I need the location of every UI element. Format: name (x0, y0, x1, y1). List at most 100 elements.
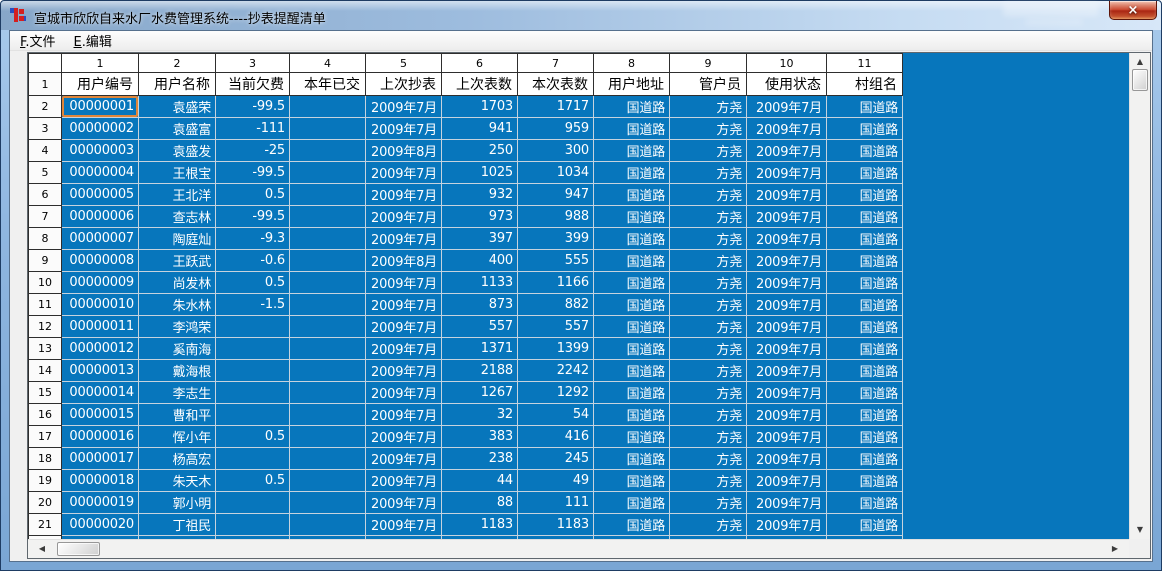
grid-cell[interactable]: 尚发林 (138, 271, 216, 294)
horizontal-scroll-thumb[interactable] (57, 542, 100, 556)
grid-cell[interactable] (289, 249, 366, 272)
grid-cell[interactable]: 941 (441, 117, 518, 140)
grid-cell[interactable]: 00000018 (61, 469, 139, 492)
grid-cell[interactable]: 00000002 (61, 117, 139, 140)
column-title-cell[interactable]: 本次表数 (517, 72, 594, 96)
column-number-header[interactable]: 10 (746, 53, 827, 73)
row-number-cell[interactable]: 13 (28, 337, 62, 360)
grid-cell[interactable]: 方尧 (669, 205, 747, 228)
row-number-cell[interactable]: 14 (28, 359, 62, 382)
grid-cell[interactable]: 54 (517, 403, 594, 426)
grid-cell[interactable] (215, 359, 290, 382)
grid-cell[interactable]: 2009年7月 (365, 337, 442, 360)
row-number-cell[interactable]: 18 (28, 447, 62, 470)
grid-cell[interactable]: 国道路 (826, 469, 903, 492)
grid-cell[interactable]: 947 (517, 183, 594, 206)
title-bar[interactable]: 宣城市欣欣自来水厂水费管理系统----抄表提醒清单 × (1, 1, 1161, 30)
grid-cell[interactable]: 300 (517, 139, 594, 162)
grid-cell[interactable]: 郭小明 (138, 491, 216, 514)
grid-cell[interactable] (289, 205, 366, 228)
grid-cell[interactable]: 国道路 (593, 491, 670, 514)
column-title-cell[interactable]: 管户员 (669, 72, 747, 96)
close-button[interactable]: × (1109, 1, 1157, 20)
grid-cell[interactable]: 国道路 (826, 183, 903, 206)
grid-cell[interactable]: 国道路 (593, 271, 670, 294)
grid-cell[interactable]: 2009年7月 (746, 183, 827, 206)
grid-cell[interactable]: 恽小年 (138, 425, 216, 448)
column-number-header[interactable]: 4 (289, 53, 366, 73)
grid-cell[interactable] (289, 469, 366, 492)
grid-cell[interactable]: 国道路 (593, 95, 670, 118)
grid-cell[interactable]: 丁祖民 (138, 513, 216, 536)
row-number-cell[interactable]: 8 (28, 227, 62, 250)
grid-cell[interactable]: 1025 (441, 161, 518, 184)
column-title-cell[interactable]: 用户地址 (593, 72, 670, 96)
row-number-cell[interactable]: 7 (28, 205, 62, 228)
grid-cell[interactable]: 2009年7月 (746, 117, 827, 140)
grid-cell[interactable]: 2009年7月 (746, 227, 827, 250)
grid-cell[interactable]: 00000019 (61, 491, 139, 514)
grid-cell[interactable]: 国道路 (593, 205, 670, 228)
grid-cell[interactable]: 方尧 (669, 315, 747, 338)
grid-cell[interactable]: 戴海根 (138, 359, 216, 382)
row-number-cell[interactable]: 20 (28, 491, 62, 514)
grid-cell[interactable]: 袁盛荣 (138, 95, 216, 118)
grid-cell[interactable]: -9.3 (215, 227, 290, 250)
grid-cell[interactable]: 国道路 (593, 513, 670, 536)
column-number-header[interactable]: 2 (138, 53, 216, 73)
grid-cell[interactable]: 2009年7月 (746, 293, 827, 316)
grid-cell[interactable]: 国道路 (826, 95, 903, 118)
grid-cell[interactable] (289, 513, 366, 536)
grid-cell[interactable]: 2009年7月 (365, 425, 442, 448)
grid-cell[interactable]: 袁盛富 (138, 117, 216, 140)
grid-cell[interactable] (289, 183, 366, 206)
column-title-cell[interactable]: 当前欠费 (215, 72, 290, 96)
grid-cell[interactable] (215, 403, 290, 426)
grid-cell[interactable]: 国道路 (593, 381, 670, 404)
grid-cell[interactable]: 方尧 (669, 425, 747, 448)
grid-cell[interactable]: 2009年7月 (746, 315, 827, 338)
grid-cell[interactable]: 2009年7月 (746, 95, 827, 118)
grid-cell[interactable]: 88 (441, 491, 518, 514)
grid-cell[interactable]: 00000020 (61, 513, 139, 536)
row-number-cell[interactable]: 10 (28, 271, 62, 294)
row-number-cell[interactable]: 15 (28, 381, 62, 404)
grid-cell[interactable]: 1267 (441, 381, 518, 404)
grid-cell[interactable]: 朱水林 (138, 293, 216, 316)
grid-cell[interactable]: 44 (441, 469, 518, 492)
grid-cell[interactable]: 国道路 (826, 117, 903, 140)
column-number-header[interactable]: 7 (517, 53, 594, 73)
grid-cell[interactable]: 袁盛发 (138, 139, 216, 162)
scroll-down-icon[interactable]: ▼ (1134, 526, 1146, 534)
grid-cell[interactable]: 00000012 (61, 337, 139, 360)
grid-cell[interactable]: 2009年7月 (365, 403, 442, 426)
grid-cell[interactable]: 2009年7月 (365, 183, 442, 206)
grid-cell[interactable] (289, 337, 366, 360)
grid-cell[interactable]: 2009年7月 (365, 359, 442, 382)
grid-cell[interactable]: 国道路 (593, 161, 670, 184)
row-number-cell[interactable]: 9 (28, 249, 62, 272)
grid-cell[interactable]: 00000006 (61, 205, 139, 228)
grid-cell[interactable]: 383 (441, 425, 518, 448)
grid-cell[interactable]: 00000008 (61, 249, 139, 272)
grid-cell[interactable]: 250 (441, 139, 518, 162)
grid-cell[interactable]: 1034 (517, 161, 594, 184)
grid-cell[interactable]: 932 (441, 183, 518, 206)
grid-cell[interactable]: 2242 (517, 359, 594, 382)
grid-cell[interactable]: 2009年7月 (746, 161, 827, 184)
grid-cell[interactable]: 555 (517, 249, 594, 272)
column-title-cell[interactable]: 村组名 (826, 72, 903, 96)
grid-cell[interactable]: 方尧 (669, 381, 747, 404)
grid-cell[interactable]: 988 (517, 205, 594, 228)
grid-cell[interactable]: 245 (517, 447, 594, 470)
row-number-cell[interactable]: 17 (28, 425, 62, 448)
grid-cell[interactable]: 1717 (517, 95, 594, 118)
grid-cell[interactable]: 方尧 (669, 293, 747, 316)
grid-cell[interactable]: 国道路 (826, 161, 903, 184)
grid-cell[interactable]: 00000014 (61, 381, 139, 404)
grid-cell[interactable]: 方尧 (669, 359, 747, 382)
grid-cell[interactable]: 国道路 (593, 293, 670, 316)
grid-cell[interactable] (289, 491, 366, 514)
column-number-header[interactable]: 1 (61, 53, 139, 73)
grid-cell[interactable] (215, 491, 290, 514)
